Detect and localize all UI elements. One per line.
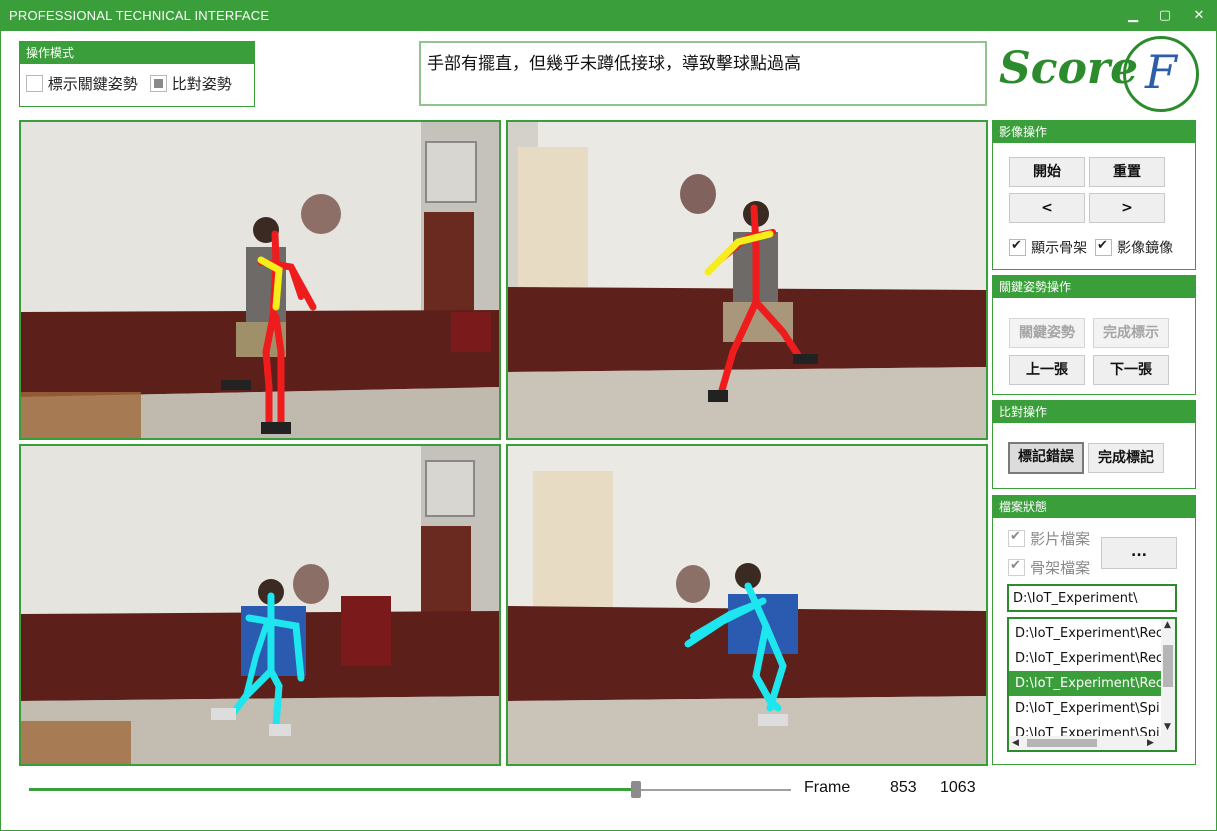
mark-keypose-checkbox[interactable]	[26, 75, 43, 92]
horizontal-scrollbar[interactable]: ◀ ▶	[1009, 736, 1175, 750]
finish-mark-button[interactable]: 完成標示	[1093, 318, 1169, 348]
video-ops-header: 影像操作	[993, 121, 1195, 143]
finish-marking-button[interactable]: 完成標記	[1088, 443, 1164, 473]
show-skeleton-checkbox[interactable]	[1009, 238, 1026, 256]
scroll-down-icon[interactable]: ▼	[1164, 722, 1171, 732]
list-item-selected[interactable]: D:\IoT_Experiment\Rec	[1009, 671, 1161, 696]
show-skeleton-option[interactable]: 顯示骨架	[1009, 237, 1087, 258]
mirror-option[interactable]: 影像鏡像	[1095, 237, 1173, 258]
prev-keypose-button[interactable]: 上一張	[1009, 355, 1085, 385]
compare-pose-checkbox[interactable]	[150, 75, 167, 92]
minimize-icon[interactable]: ▁	[1122, 5, 1144, 27]
reset-button[interactable]: 重置	[1089, 157, 1165, 187]
video-view-top-right[interactable]	[506, 120, 988, 440]
list-item[interactable]: D:\IoT_Experiment\Rec	[1009, 646, 1161, 671]
video-frame-1	[21, 122, 499, 438]
prev-frame-button[interactable]: <	[1009, 193, 1085, 223]
mark-keypose-label: 標示關鍵姿勢	[47, 75, 138, 93]
maximize-icon[interactable]: ▢	[1154, 5, 1176, 27]
app-window: PROFESSIONAL TECHNICAL INTERFACE ▁ ▢ ✕ 操…	[0, 0, 1217, 831]
option-mark-keypose[interactable]: 標示關鍵姿勢	[26, 73, 138, 94]
start-button[interactable]: 開始	[1009, 157, 1085, 187]
scroll-right-icon[interactable]: ▶	[1147, 738, 1154, 748]
horizontal-scroll-thumb[interactable]	[1027, 739, 1097, 747]
skeleton-file-status: 骨架檔案	[1008, 557, 1090, 578]
timeline-thumb[interactable]	[631, 781, 641, 798]
video-file-label: 影片檔案	[1030, 530, 1091, 548]
video-view-bottom-left[interactable]	[19, 444, 501, 766]
scroll-left-icon[interactable]: ◀	[1012, 738, 1019, 748]
video-view-bottom-right[interactable]	[506, 444, 988, 766]
window-title: PROFESSIONAL TECHNICAL INTERFACE	[9, 8, 270, 23]
timeline-progress[interactable]	[29, 788, 637, 791]
timeline-track[interactable]	[637, 789, 791, 791]
frame-label: Frame	[804, 779, 851, 796]
mirror-label: 影像鏡像	[1117, 240, 1174, 257]
current-frame: 853	[890, 779, 917, 796]
video-frame-2	[508, 122, 986, 438]
show-skeleton-label: 顯示骨架	[1031, 240, 1088, 257]
logo-word: Score	[999, 43, 1139, 94]
video-frame-3	[21, 446, 499, 764]
vertical-scroll-thumb[interactable]	[1163, 645, 1173, 687]
keypose-button[interactable]: 關鍵姿勢	[1009, 318, 1085, 348]
feedback-textbox[interactable]: 手部有擺直，但幾乎未蹲低接球，導致擊球點過高	[419, 41, 987, 106]
video-file-checkbox	[1008, 529, 1025, 547]
scroll-up-icon[interactable]: ▲	[1164, 620, 1171, 630]
mirror-checkbox[interactable]	[1095, 238, 1112, 256]
mark-error-button[interactable]: 標記錯誤	[1008, 442, 1084, 474]
option-compare-pose[interactable]: 比對姿勢	[150, 73, 232, 94]
vertical-scrollbar[interactable]: ▲ ▼	[1161, 619, 1175, 736]
video-frame-4	[508, 446, 986, 764]
file-status-header: 檔案狀態	[993, 496, 1195, 518]
browse-button[interactable]: ...	[1101, 537, 1177, 569]
list-item[interactable]: D:\IoT_Experiment\Rec	[1009, 621, 1161, 646]
list-item[interactable]: D:\IoT_Experiment\Spi	[1009, 696, 1161, 721]
video-file-status: 影片檔案	[1008, 528, 1090, 549]
close-icon[interactable]: ✕	[1188, 5, 1210, 27]
scoref-logo: Score F	[995, 33, 1205, 115]
title-bar: PROFESSIONAL TECHNICAL INTERFACE ▁ ▢ ✕	[1, 1, 1216, 31]
skeleton-file-label: 骨架檔案	[1030, 559, 1091, 577]
total-frames: 1063	[940, 779, 976, 796]
folder-path-input[interactable]: D:\IoT_Experiment\	[1007, 584, 1177, 612]
video-view-top-left[interactable]	[19, 120, 501, 440]
operation-mode-header: 操作模式	[20, 42, 254, 64]
logo-letter: F	[1145, 45, 1177, 99]
compare-ops-header: 比對操作	[993, 401, 1195, 423]
keypose-ops-header: 關鍵姿勢操作	[993, 276, 1195, 298]
skeleton-file-checkbox	[1008, 558, 1025, 576]
file-listbox[interactable]: D:\IoT_Experiment\Rec D:\IoT_Experiment\…	[1007, 617, 1177, 752]
operation-mode-panel: 操作模式 標示關鍵姿勢 比對姿勢	[19, 41, 255, 107]
next-frame-button[interactable]: >	[1089, 193, 1165, 223]
compare-pose-label: 比對姿勢	[171, 75, 232, 93]
next-keypose-button[interactable]: 下一張	[1093, 355, 1169, 385]
